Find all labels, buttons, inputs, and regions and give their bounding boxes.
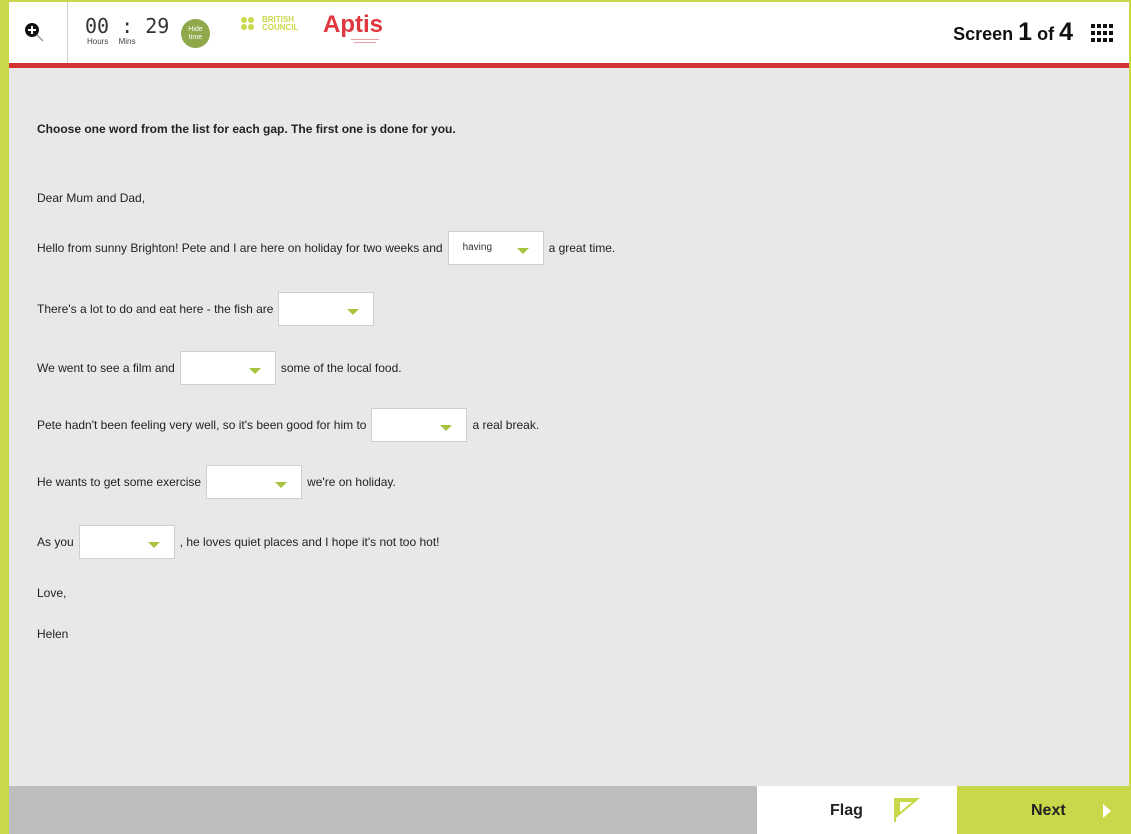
flag-label: Flag	[830, 802, 863, 819]
sentence-line-1: Hello from sunny Brighton! Pete and I ar…	[37, 230, 615, 266]
screen-label: Screen	[953, 24, 1014, 44]
salutation: Dear Mum and Dad,	[37, 191, 146, 205]
chevron-down-icon	[440, 425, 453, 431]
chevron-down-icon	[275, 482, 288, 488]
aptis-wordmark: Aptis	[323, 11, 383, 38]
sentence-before: We went to see a film and	[37, 361, 175, 375]
flag-icon	[894, 798, 920, 822]
next-label: Next	[1031, 802, 1066, 819]
footer-bar: Flag Next	[9, 786, 1129, 834]
sentence-line-2: There's a lot to do and eat here - the f…	[37, 291, 379, 327]
gap-value: having	[462, 242, 493, 253]
task-content: Choose one word from the list for each g…	[9, 66, 1129, 786]
screen-current: 1	[1018, 18, 1033, 46]
sentence-line-6: As you , he loves quiet places and I hop…	[37, 524, 440, 560]
british-council-aptis-logo: BRITISH COUNCIL Aptis	[241, 12, 401, 50]
screen-counter: Screen 1 of 4	[953, 18, 1073, 47]
gap-dropdown-2[interactable]	[278, 292, 375, 326]
gap-dropdown-1[interactable]: having	[447, 231, 544, 265]
screen-total: 4	[1059, 18, 1073, 46]
chevron-right-icon	[1103, 804, 1111, 818]
timer-value: 00 : 29	[85, 14, 170, 38]
chevron-down-icon	[248, 368, 261, 374]
sentence-line-4: Pete hadn't been feeling very well, so i…	[37, 407, 539, 443]
timer-labels: Hours Mins	[85, 37, 175, 46]
hide-time-button[interactable]: Hide time	[181, 19, 210, 48]
sentence-before: Hello from sunny Brighton! Pete and I ar…	[37, 241, 443, 255]
sentence-after: , he loves quiet places and I hope it's …	[179, 535, 440, 549]
gap-dropdown-4[interactable]	[371, 408, 468, 442]
timer: 00 : 29 Hours Mins	[85, 16, 175, 46]
sentence-before: Pete hadn't been feeling very well, so i…	[37, 418, 367, 432]
gap-dropdown-3[interactable]	[179, 351, 276, 385]
sentence-after: we're on holiday.	[307, 475, 396, 489]
grid-menu-icon	[1091, 24, 1113, 42]
aptis-tagline	[351, 38, 379, 45]
chevron-down-icon	[516, 248, 529, 254]
sentence-before: As you	[37, 535, 74, 549]
sentence-after: a great time.	[548, 241, 616, 255]
zoom-button[interactable]	[9, 2, 68, 63]
british-council-wordmark: BRITISH COUNCIL	[262, 15, 299, 32]
gap-dropdown-5[interactable]	[206, 465, 303, 499]
hide-time-label: Hide time	[188, 25, 203, 41]
frame-border-left	[0, 0, 9, 834]
test-header: 00 : 29 Hours Mins Hide time BRITISH COU…	[9, 2, 1129, 68]
chevron-down-icon	[347, 309, 360, 315]
sentence-after: some of the local food.	[280, 361, 402, 375]
closing: Love,	[37, 586, 67, 600]
sentence-before: He wants to get some exercise	[37, 475, 202, 489]
flag-button[interactable]: Flag	[757, 786, 957, 834]
chevron-down-icon	[147, 542, 160, 548]
sentence-after: a real break.	[472, 418, 540, 432]
next-button[interactable]: Next	[957, 786, 1129, 834]
british-council-dots-icon	[241, 17, 259, 31]
screen-of-label: of	[1037, 24, 1055, 44]
grid-menu-button[interactable]	[1091, 24, 1113, 42]
timer-mins-label: Mins	[118, 37, 136, 46]
sentence-before: There's a lot to do and eat here - the f…	[37, 302, 274, 316]
timer-hours-label: Hours	[87, 37, 109, 46]
instructions: Choose one word from the list for each g…	[37, 122, 456, 136]
signature: Helen	[37, 627, 69, 641]
sentence-line-3: We went to see a film and some of the lo…	[37, 350, 402, 386]
zoom-in-icon	[25, 23, 44, 42]
gap-dropdown-6[interactable]	[78, 525, 175, 559]
sentence-line-5: He wants to get some exercise we're on h…	[37, 464, 396, 500]
